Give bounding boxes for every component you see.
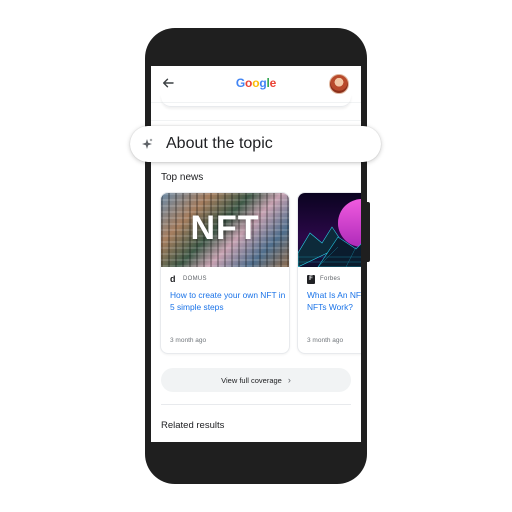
related-results-heading: Related results: [161, 420, 225, 431]
view-full-coverage-button[interactable]: View full coverage ›: [161, 368, 351, 392]
about-topic-chip[interactable]: About the topic: [130, 126, 381, 162]
synthwave-illustration: [298, 199, 361, 267]
logo-letter: e: [269, 76, 277, 90]
chevron-right-icon: ›: [287, 375, 291, 385]
logo-letter: G: [235, 76, 246, 90]
top-news-heading: Top news: [161, 172, 204, 183]
source-name: DOMUS: [183, 276, 207, 282]
news-time: 3 month ago: [170, 337, 207, 344]
source-name: Forbes: [320, 276, 341, 282]
news-card-image: NFT: [161, 193, 289, 267]
profile-avatar[interactable]: [329, 74, 349, 94]
news-time: 3 month ago: [307, 337, 344, 344]
domus-logo: d: [170, 274, 176, 284]
forbes-logo: F: [307, 275, 315, 284]
news-card[interactable]: NFT d DOMUS How to create your own NFT i…: [160, 192, 290, 354]
news-headline-link[interactable]: What Is An NFT and How Do NFTs Work?: [307, 289, 361, 313]
news-headline-link[interactable]: How to create your own NFT in 5 simple s…: [170, 289, 286, 313]
phone-side-button: [366, 202, 370, 262]
section-divider: [161, 404, 351, 405]
phone-screen: Google Top news NFT d DOMUS How to creat…: [151, 66, 361, 442]
previous-card-edge: [161, 94, 351, 107]
sparkle-icon: [142, 138, 153, 149]
news-card[interactable]: F Forbes What Is An NFT and How Do NFTs …: [297, 192, 361, 354]
news-card-image: [298, 193, 361, 267]
view-full-coverage-label: View full coverage: [221, 376, 282, 385]
about-topic-label: About the topic: [166, 135, 273, 152]
section-divider: [151, 120, 361, 121]
image-overlay-text: NFT: [190, 209, 260, 247]
